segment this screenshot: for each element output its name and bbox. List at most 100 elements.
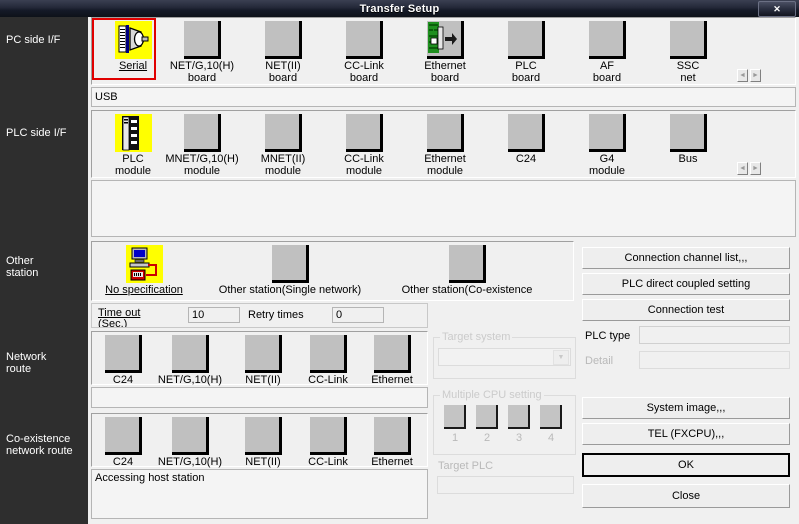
coexistence-route-icon-cclink[interactable]: CC-Link (295, 417, 361, 468)
retry-input[interactable]: 0 (332, 307, 384, 323)
timeout-input[interactable]: 10 (188, 307, 240, 323)
network-route-icon-cclink[interactable]: CC-Link (295, 335, 361, 386)
plc-icon-bus[interactable]: Bus (649, 114, 727, 165)
network-route-icon-net2[interactable]: NET(II) (229, 335, 297, 386)
pc-scroll-right-icon[interactable]: ► (750, 69, 761, 82)
plc-type-field[interactable] (639, 326, 790, 344)
pc-icon-label: Ethernet board (424, 60, 466, 84)
sidebar-item-pc-side: PC side I/F (6, 34, 61, 46)
pc-icon-plc-board[interactable]: PLC board (487, 21, 565, 84)
board-icon (183, 21, 221, 59)
sidebar-item-other-station: Other station (6, 255, 39, 279)
plc-scroll-right-icon[interactable]: ► (750, 162, 761, 175)
module-icon (426, 114, 464, 152)
timeout-retry-bar: Time out (Sec.) 10 Retry times 0 (91, 303, 428, 328)
coexistence-route-label: C24 (112, 456, 134, 468)
plc-side-detail-field[interactable] (91, 180, 796, 237)
timeout-label: Time out (Sec.) (98, 307, 141, 328)
coexistence-route-icon-c24[interactable]: C24 (94, 417, 152, 468)
plc-icon-g4-module[interactable]: G4 module (568, 114, 646, 177)
plc-icon-ethernet-module[interactable]: Ethernet module (406, 114, 484, 177)
pc-icon-serial[interactable]: Serial (94, 21, 172, 72)
plc-icon-c24[interactable]: C24 (487, 114, 565, 165)
board-icon (669, 21, 707, 59)
cpu-slot-4-label: 4 (548, 432, 555, 444)
module-icon (345, 114, 383, 152)
plc-icon-label: MNET/G,10(H) module (165, 153, 239, 177)
connection-channel-list-button[interactable]: Connection channel list,,, (582, 247, 790, 269)
detail-label: Detail (585, 355, 614, 367)
pc-icon-netg10h-board[interactable]: NET/G,10(H) board (163, 21, 241, 84)
coexistence-route-label: Ethernet (371, 456, 413, 468)
pc-icon-label: SSC net (676, 60, 700, 84)
coexistence-route-icon-netg10h[interactable]: NET/G,10(H) (151, 417, 229, 468)
network-route-icon-c24[interactable]: C24 (94, 335, 152, 386)
tel-fxcpu-button[interactable]: TEL (FXCPU),,, (582, 423, 790, 445)
pc-side-panel: Serial NET/G,10(H) board NET(II) board C… (91, 17, 796, 85)
plc-icon-cclink-module[interactable]: CC-Link module (325, 114, 403, 177)
detail-field[interactable] (639, 351, 790, 369)
connection-test-button[interactable]: Connection test (582, 299, 790, 321)
close-icon[interactable]: ✕ (758, 1, 796, 17)
no-specification-icon (125, 245, 163, 283)
close-button[interactable]: Close (582, 484, 790, 508)
target-system-combo[interactable]: ▼ (438, 348, 571, 366)
target-system-group-title: Target system (440, 331, 513, 343)
station-icon (448, 245, 486, 283)
coexistence-route-icon-ethernet[interactable]: Ethernet (357, 417, 427, 468)
window-title: Transfer Setup (359, 2, 440, 15)
coexistence-route-detail-field[interactable]: Accessing host station (91, 469, 428, 519)
other-station-icon-coexistence[interactable]: Other station(Co-existence (382, 245, 552, 296)
cpu-slot-3-icon[interactable] (508, 405, 530, 429)
sidebar-item-network-route: Network route (6, 351, 47, 375)
cpu-slot-2-icon[interactable] (476, 405, 498, 429)
coexistence-route-label: CC-Link (308, 456, 348, 468)
plc-module-icon (114, 114, 152, 152)
other-station-icon-single-network[interactable]: Other station(Single network) (205, 245, 375, 296)
other-station-label: Other station(Single network) (218, 284, 362, 296)
main-body: Serial NET/G,10(H) board NET(II) board C… (88, 17, 799, 524)
pc-icon-ssc-net[interactable]: SSC net (649, 21, 727, 84)
module-icon (244, 417, 282, 455)
pc-icon-net2-board[interactable]: NET(II) board (244, 21, 322, 84)
module-icon (104, 335, 142, 373)
plc-icon-label: Ethernet module (424, 153, 466, 177)
plc-icon-mnetg10h-module[interactable]: MNET/G,10(H) module (163, 114, 241, 177)
network-route-label: NET/G,10(H) (157, 374, 223, 386)
network-route-icon-netg10h[interactable]: NET/G,10(H) (151, 335, 229, 386)
board-icon (507, 21, 545, 59)
ok-button[interactable]: OK (582, 453, 790, 477)
pc-icon-af-board[interactable]: AF board (568, 21, 646, 84)
pc-icon-cclink-board[interactable]: CC-Link board (325, 21, 403, 84)
cpu-slot-4-icon[interactable] (540, 405, 562, 429)
plc-icon-plc-module[interactable]: PLC module (94, 114, 172, 177)
window-titlebar: Transfer Setup ✕ (0, 0, 799, 17)
pc-icon-ethernet-board[interactable]: Ethernet board (406, 21, 484, 84)
multiple-cpu-group-title: Multiple CPU setting (440, 389, 544, 401)
plc-direct-coupled-setting-button[interactable]: PLC direct coupled setting (582, 273, 790, 295)
network-route-label: NET(II) (245, 374, 281, 386)
module-icon (309, 335, 347, 373)
pc-side-detail-field[interactable]: USB (91, 87, 796, 107)
pc-icon-label: NET(II) board (265, 60, 301, 84)
module-icon (507, 114, 545, 152)
plc-icon-mnet2-module[interactable]: MNET(II) module (244, 114, 322, 177)
module-icon (183, 114, 221, 152)
module-icon (244, 335, 282, 373)
target-plc-field[interactable] (437, 476, 574, 494)
other-station-icon-no-specification[interactable]: No specification (94, 245, 194, 296)
plc-icon-label: C24 (515, 153, 537, 165)
plc-scroll-left-icon[interactable]: ◄ (737, 162, 748, 175)
module-icon (264, 114, 302, 152)
system-image-button[interactable]: System image,,, (582, 397, 790, 419)
coexistence-route-icon-net2[interactable]: NET(II) (229, 417, 297, 468)
pc-icon-label: PLC board (511, 60, 541, 84)
ethernet-board-icon (426, 21, 464, 59)
pc-icon-label: CC-Link board (344, 60, 384, 84)
pc-scroll-left-icon[interactable]: ◄ (737, 69, 748, 82)
network-route-detail-field[interactable] (91, 387, 428, 408)
cpu-slot-1-icon[interactable] (444, 405, 466, 429)
plc-side-panel: PLC module MNET/G,10(H) module MNET(II) … (91, 110, 796, 178)
module-icon (588, 114, 626, 152)
network-route-icon-ethernet[interactable]: Ethernet (357, 335, 427, 386)
